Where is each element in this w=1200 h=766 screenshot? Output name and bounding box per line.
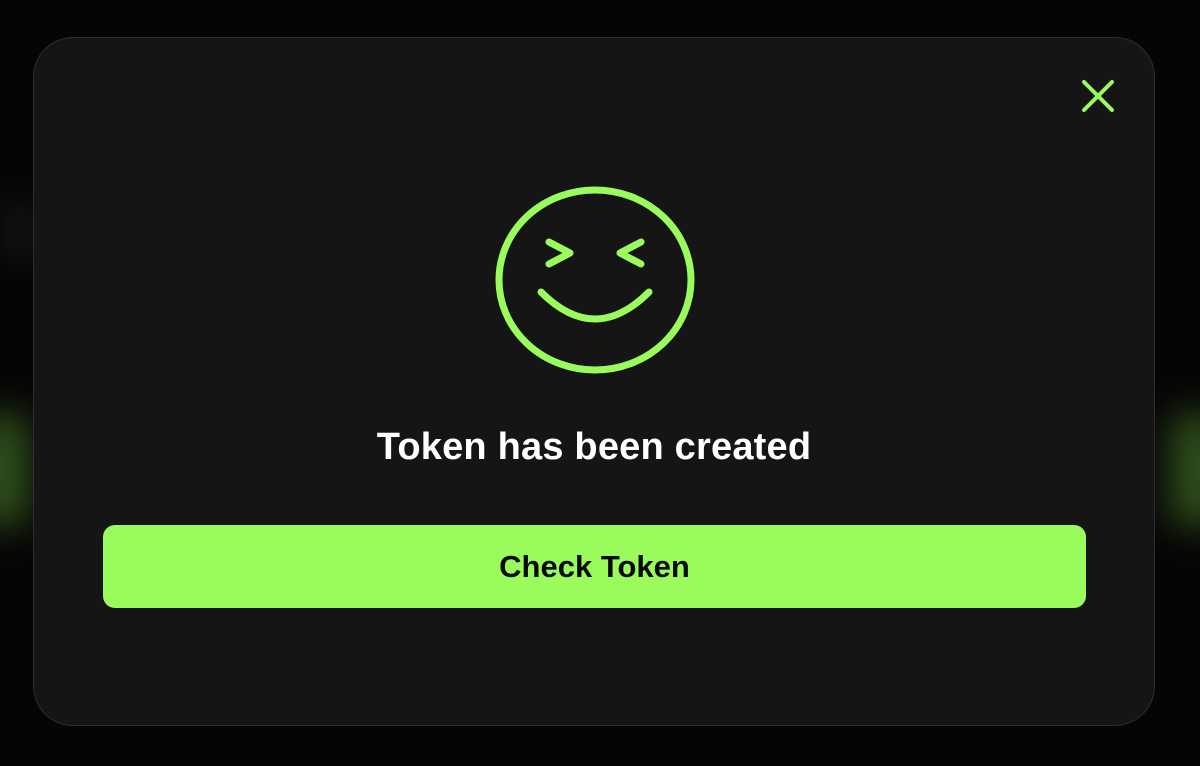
close-button[interactable] xyxy=(1078,76,1118,116)
close-icon xyxy=(1082,80,1114,112)
background-glow-left xyxy=(0,415,30,525)
background-glow-right xyxy=(1170,415,1200,525)
success-dialog: Token has been created Check Token xyxy=(33,37,1155,726)
grinning-squint-face-icon xyxy=(495,186,695,374)
check-token-button[interactable]: Check Token xyxy=(103,525,1086,608)
dialog-title: Token has been created xyxy=(376,426,812,468)
